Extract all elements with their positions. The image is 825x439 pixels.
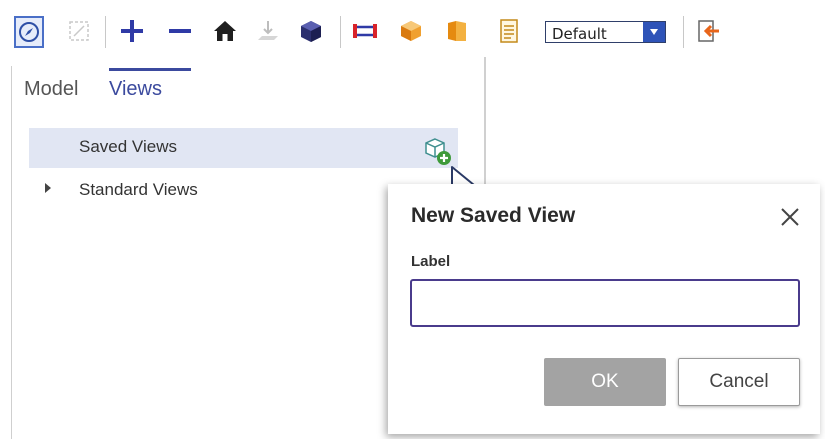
toolbar-separator [683,16,684,48]
exit-icon[interactable] [694,14,724,48]
panel-left-border [11,66,12,439]
cancel-button[interactable]: Cancel [678,358,800,406]
list-icon[interactable] [494,14,524,48]
cube-icon[interactable] [296,14,326,48]
label-field-label: Label [411,253,451,270]
tree-item-label: Standard Views [79,180,198,199]
home-icon[interactable] [210,14,240,48]
tree-item-saved-views[interactable]: Saved Views [29,128,458,168]
section-box-icon[interactable] [396,14,426,48]
toolbar-separator [340,16,341,48]
fit-view-icon[interactable] [64,14,94,48]
measure-icon[interactable] [350,14,380,48]
ground-icon[interactable] [253,14,283,48]
label-input[interactable] [410,279,800,327]
zoom-out-icon[interactable] [165,14,195,48]
toolbar: Default [0,0,735,66]
panel-tabs: Model Views [12,68,484,118]
toolbar-separator [105,16,106,48]
book-icon[interactable] [442,14,472,48]
chevron-down-icon[interactable] [643,22,665,42]
active-tab-indicator [109,68,191,71]
ok-button[interactable]: OK [544,358,666,406]
tab-model[interactable]: Model [24,78,78,101]
compass-icon[interactable] [14,16,44,48]
close-icon[interactable] [779,206,801,228]
caret-right-icon[interactable] [45,183,51,193]
new-saved-view-dialog: New Saved View Label OK Cancel [388,184,820,434]
zoom-in-icon[interactable] [117,14,147,48]
display-style-value: Default [552,25,607,43]
panel-splitter[interactable] [484,57,486,190]
dialog-title: New Saved View [411,204,576,227]
display-style-select[interactable]: Default [545,21,666,43]
tree-item-label: Saved Views [79,137,177,156]
tab-views[interactable]: Views [109,78,162,101]
